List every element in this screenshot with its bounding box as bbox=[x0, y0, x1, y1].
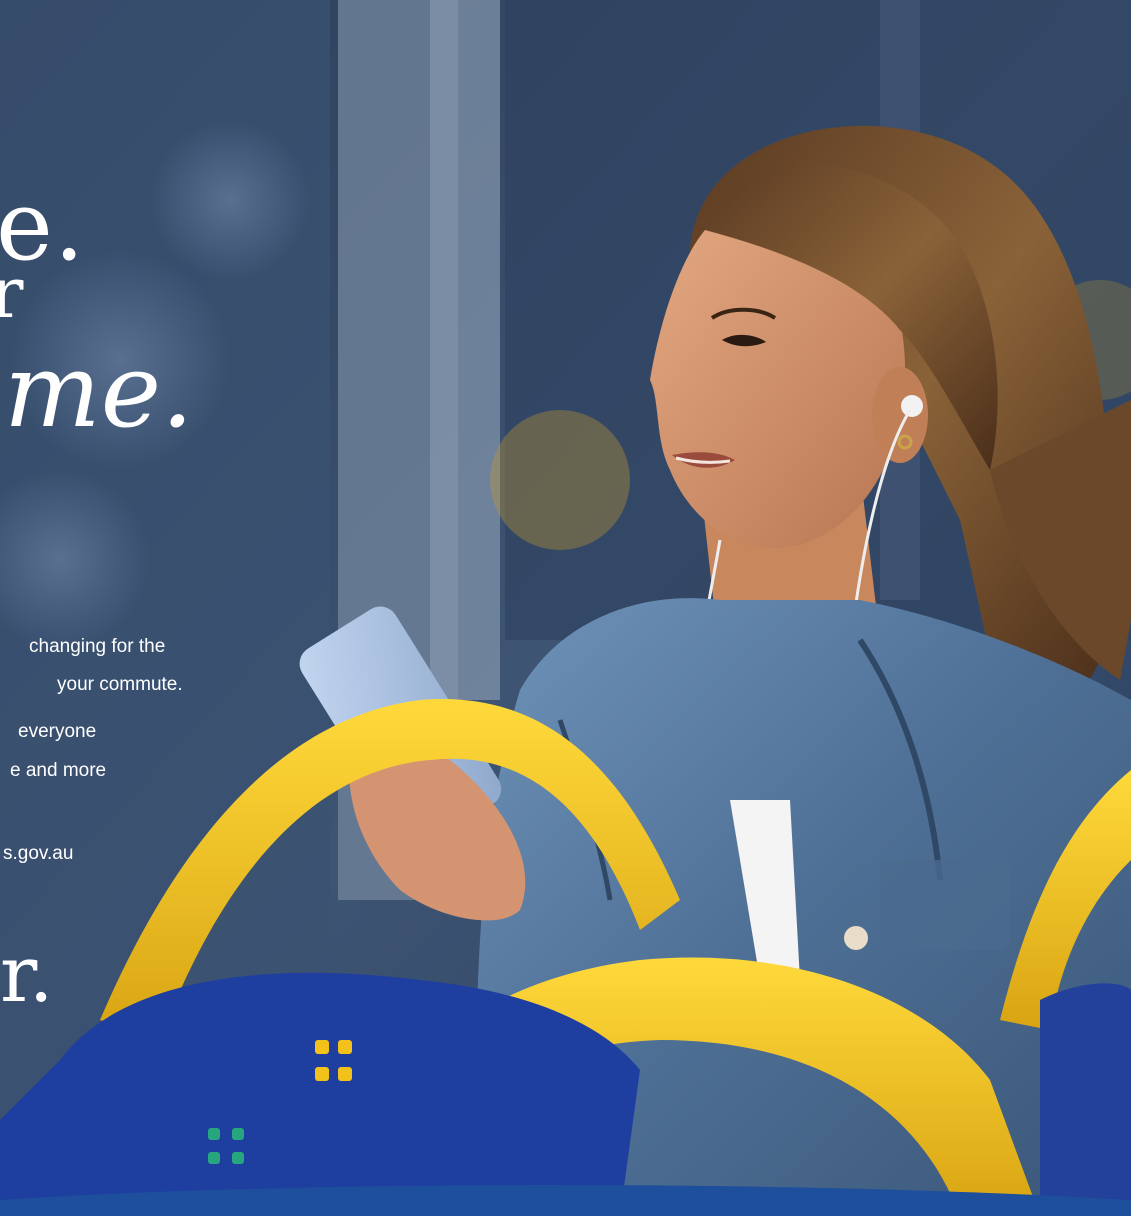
body-line-3: everyone bbox=[18, 721, 97, 742]
footer-fragment: r. bbox=[0, 930, 54, 1020]
headline-line-2: r bbox=[0, 252, 24, 334]
body-line-2: your commute. bbox=[57, 674, 183, 695]
body-line-4: e and more bbox=[10, 760, 107, 781]
website-url: s.gov.au bbox=[3, 843, 74, 864]
photo-scene bbox=[0, 0, 1131, 1216]
headline-line-3: me. bbox=[4, 332, 194, 451]
body-line-1: changing for the bbox=[29, 636, 166, 657]
